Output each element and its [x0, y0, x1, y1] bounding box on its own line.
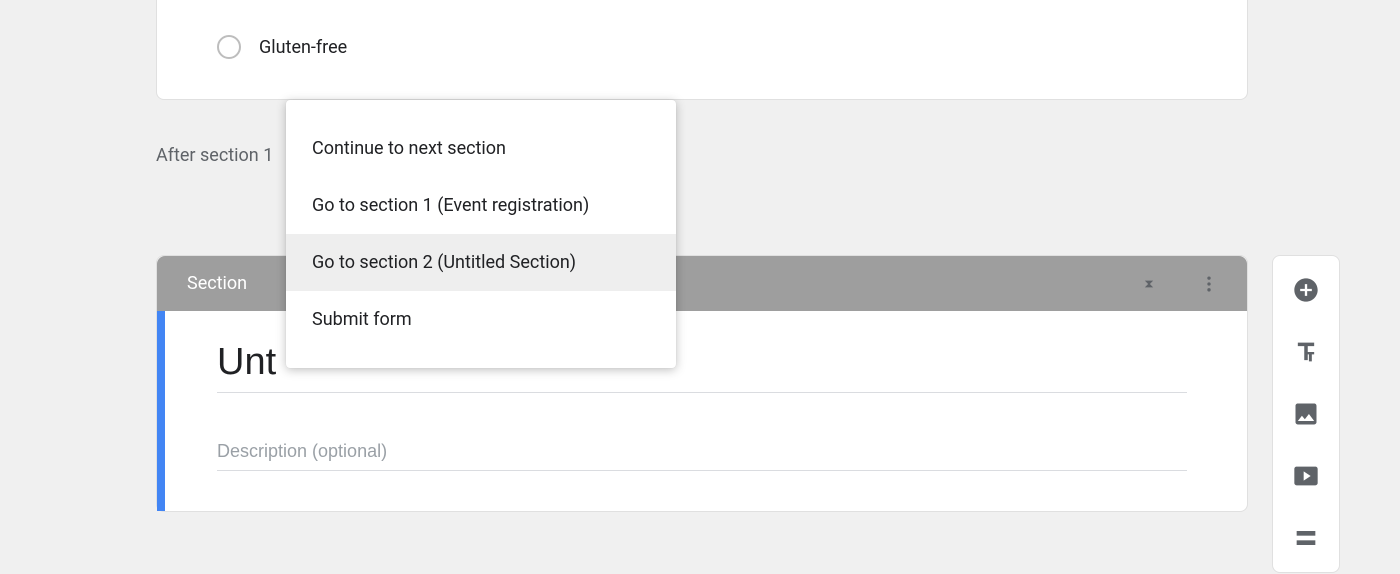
dropdown-item-continue[interactable]: Continue to next section [286, 120, 676, 177]
dropdown-item-submit-form[interactable]: Submit form [286, 291, 676, 348]
section-navigation-dropdown: Continue to next section Go to section 1… [286, 100, 676, 368]
section-header-actions [1131, 266, 1227, 302]
side-toolbar [1272, 255, 1340, 573]
section-counter: Section [187, 273, 247, 294]
text-icon [1292, 338, 1320, 366]
add-title-button[interactable] [1286, 332, 1326, 372]
collapse-icon [1139, 274, 1159, 294]
dropdown-item-goto-section-2[interactable]: Go to section 2 (Untitled Section) [286, 234, 676, 291]
radio-option-label: Gluten-free [259, 37, 347, 58]
video-icon [1292, 462, 1320, 490]
radio-option[interactable]: Gluten-free [217, 35, 1187, 59]
add-section-button[interactable] [1286, 518, 1326, 558]
radio-circle-icon [217, 35, 241, 59]
after-section-label: After section 1 [156, 145, 273, 166]
section-description-input[interactable] [217, 429, 1187, 471]
add-image-button[interactable] [1286, 394, 1326, 434]
image-icon [1292, 400, 1320, 428]
dropdown-item-goto-section-1[interactable]: Go to section 1 (Event registration) [286, 177, 676, 234]
question-card: Gluten-free [156, 0, 1248, 100]
add-question-button[interactable] [1286, 270, 1326, 310]
more-vertical-icon [1199, 274, 1219, 294]
add-circle-icon [1292, 276, 1320, 304]
section-menu-button[interactable] [1191, 266, 1227, 302]
collapse-section-button[interactable] [1131, 266, 1167, 302]
active-accent-bar [157, 311, 165, 511]
section-icon [1292, 524, 1320, 552]
add-video-button[interactable] [1286, 456, 1326, 496]
